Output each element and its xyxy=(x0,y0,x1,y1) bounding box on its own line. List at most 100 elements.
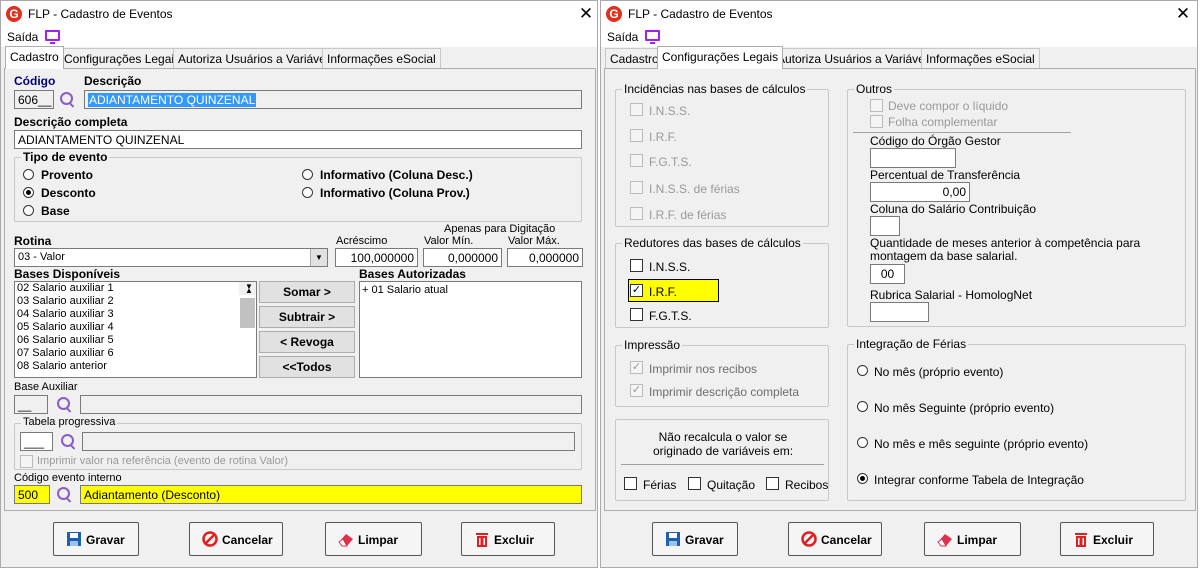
radio-desconto-label: Desconto xyxy=(41,186,96,200)
codigo-input[interactable]: 606__ xyxy=(14,90,54,109)
list-item[interactable]: 04 Salario auxiliar 3 xyxy=(15,308,256,321)
rotina-value: 03 - Valor xyxy=(18,251,65,263)
percentual-input[interactable]: 0,00 xyxy=(870,182,970,202)
red-inss-checkbox[interactable] xyxy=(630,259,643,272)
integ-tabela-radio[interactable] xyxy=(857,473,868,484)
close-icon[interactable]: ✕ xyxy=(576,4,596,24)
bases-autorizadas-list[interactable]: + 01 Salario atual xyxy=(359,281,582,378)
integ-no-mes-radio[interactable] xyxy=(857,365,868,376)
tab-informacoes-esocial[interactable]: Informações eSocial xyxy=(322,48,441,68)
nao-recalcula-group: Não recalcula o valor se originado de va… xyxy=(615,419,829,501)
folha-complementar-label: Folha complementar xyxy=(888,115,998,129)
search-icon[interactable] xyxy=(56,486,74,504)
chevron-down-icon[interactable]: ▼ xyxy=(310,249,327,266)
radio-info-desc[interactable] xyxy=(302,169,313,180)
red-fgts-checkbox[interactable] xyxy=(630,308,643,321)
acrescimo-input[interactable]: 100,000000 xyxy=(335,248,418,267)
search-icon[interactable] xyxy=(60,433,78,451)
search-icon[interactable] xyxy=(56,396,74,414)
base-auxiliar-input[interactable]: __ xyxy=(14,395,48,414)
imprimir-desc-checkbox[interactable]: ✓ xyxy=(630,384,643,397)
list-item[interactable]: 07 Salario auxiliar 6 xyxy=(15,347,256,360)
inc-inss-label: I.N.S.S. xyxy=(649,104,691,118)
imprimir-recibos-checkbox[interactable]: ✓ xyxy=(630,361,643,374)
tabela-progressiva-title: Tabela progressiva xyxy=(21,416,118,428)
tab-autoriza-usuarios[interactable]: Autoriza Usuários a Variáveis xyxy=(173,48,340,68)
deve-compor-checkbox[interactable] xyxy=(870,99,883,112)
tab-configuracoes-legais[interactable]: Configurações Legais xyxy=(59,48,186,68)
revoga-button[interactable]: < Revoga xyxy=(259,331,355,353)
todos-button[interactable]: <<Todos xyxy=(259,356,355,378)
search-icon[interactable] xyxy=(59,91,77,109)
monitor-icon[interactable] xyxy=(45,30,60,44)
menu-saida[interactable]: Saída xyxy=(7,30,38,44)
gravar-button[interactable]: Gravar xyxy=(652,522,738,556)
trash-icon xyxy=(1075,533,1087,547)
scroll-down-icon[interactable]: ▼ xyxy=(243,282,253,293)
radio-provento[interactable] xyxy=(23,169,34,180)
tab-informacoes-esocial[interactable]: Informações eSocial xyxy=(921,48,1040,68)
rubrica-input[interactable] xyxy=(870,302,929,322)
codigo-orgao-label: Código do Órgão Gestor xyxy=(870,134,1001,148)
tab-cadastro[interactable]: Cadastro xyxy=(605,48,664,68)
cancelar-button[interactable]: Cancelar xyxy=(189,522,283,556)
bases-disponiveis-list[interactable]: 02 Salario auxiliar 1 03 Salario auxilia… xyxy=(14,281,257,378)
divider xyxy=(853,132,1071,133)
list-item[interactable]: 08 Salario anterior xyxy=(15,360,256,373)
menu-saida[interactable]: Saída xyxy=(607,30,638,44)
list-item[interactable]: + 01 Salario atual xyxy=(360,284,581,297)
integ-mes-seguinte-radio[interactable] xyxy=(857,401,868,412)
scroll-thumb[interactable] xyxy=(240,298,255,328)
tab-configuracoes-legais[interactable]: Configurações Legais xyxy=(657,46,784,69)
radio-base[interactable] xyxy=(23,205,34,216)
codigo-evento-interno-input[interactable]: 500 xyxy=(14,485,50,504)
limpar-button[interactable]: Limpar xyxy=(924,522,1021,556)
list-item[interactable]: 05 Salario auxiliar 4 xyxy=(15,321,256,334)
close-icon[interactable]: ✕ xyxy=(1173,4,1193,24)
nr-ferias-checkbox[interactable] xyxy=(624,477,637,490)
radio-desconto[interactable] xyxy=(23,187,34,198)
inc-irf-ferias-checkbox[interactable] xyxy=(630,207,643,220)
cancelar-button[interactable]: Cancelar xyxy=(788,522,882,556)
inc-irf-checkbox[interactable] xyxy=(630,129,643,142)
limpar-button[interactable]: Limpar xyxy=(325,522,422,556)
excluir-button[interactable]: Excluir xyxy=(1060,522,1154,556)
trash-icon xyxy=(476,533,488,547)
save-icon xyxy=(67,532,81,546)
imprimir-referencia-checkbox[interactable] xyxy=(20,455,33,468)
list-item[interactable]: 02 Salario auxiliar 1 xyxy=(15,282,256,295)
monitor-icon[interactable] xyxy=(645,30,660,44)
coluna-salario-input[interactable] xyxy=(870,216,900,236)
integ-mes-e-seguinte-radio[interactable] xyxy=(857,437,868,448)
inc-fgts-checkbox[interactable] xyxy=(630,154,643,167)
nr-recibos-checkbox[interactable] xyxy=(766,477,779,490)
inc-inss-ferias-checkbox[interactable] xyxy=(630,181,643,194)
rotina-select[interactable]: 03 - Valor ▼ xyxy=(14,248,328,267)
subtrair-button[interactable]: Subtrair > xyxy=(259,306,355,328)
radio-info-desc-label: Informativo (Coluna Desc.) xyxy=(320,168,473,182)
valor-max-input[interactable]: 0,000000 xyxy=(507,248,583,267)
descricao-completa-input[interactable]: ADIANTAMENTO QUINZENAL xyxy=(14,130,582,149)
scrollbar[interactable]: ▲ ▼ xyxy=(239,282,256,328)
excluir-button[interactable]: Excluir xyxy=(461,522,555,556)
somar-button[interactable]: Somar > xyxy=(259,281,355,303)
codigo-orgao-input[interactable] xyxy=(870,148,956,168)
codigo-evento-interno-desc: Adiantamento (Desconto) xyxy=(80,485,582,504)
valor-min-input[interactable]: 0,000000 xyxy=(423,248,502,267)
nr-quitacao-checkbox[interactable] xyxy=(688,477,701,490)
qtd-meses-input[interactable]: 00 xyxy=(870,264,905,284)
gravar-button[interactable]: Gravar xyxy=(53,522,139,556)
tabela-progressiva-desc xyxy=(82,432,575,451)
impressao-title: Impressão xyxy=(622,338,683,352)
list-item[interactable]: 06 Salario auxiliar 5 xyxy=(15,334,256,347)
tabela-progressiva-input[interactable]: ___ xyxy=(20,432,53,451)
tab-cadastro[interactable]: Cadastro xyxy=(5,46,64,69)
folha-complementar-checkbox[interactable] xyxy=(870,115,883,128)
descricao-input[interactable]: ADIANTAMENTO QUINZENAL xyxy=(84,90,582,109)
radio-info-prov[interactable] xyxy=(302,187,313,198)
list-item[interactable]: 03 Salario auxiliar 2 xyxy=(15,295,256,308)
tab-autoriza-usuarios[interactable]: Autoriza Usuários a Variáveis xyxy=(772,48,939,68)
base-auxiliar-desc xyxy=(80,395,582,414)
inc-inss-checkbox[interactable] xyxy=(630,103,643,116)
red-irf-checkbox[interactable]: ✓ xyxy=(630,284,643,297)
